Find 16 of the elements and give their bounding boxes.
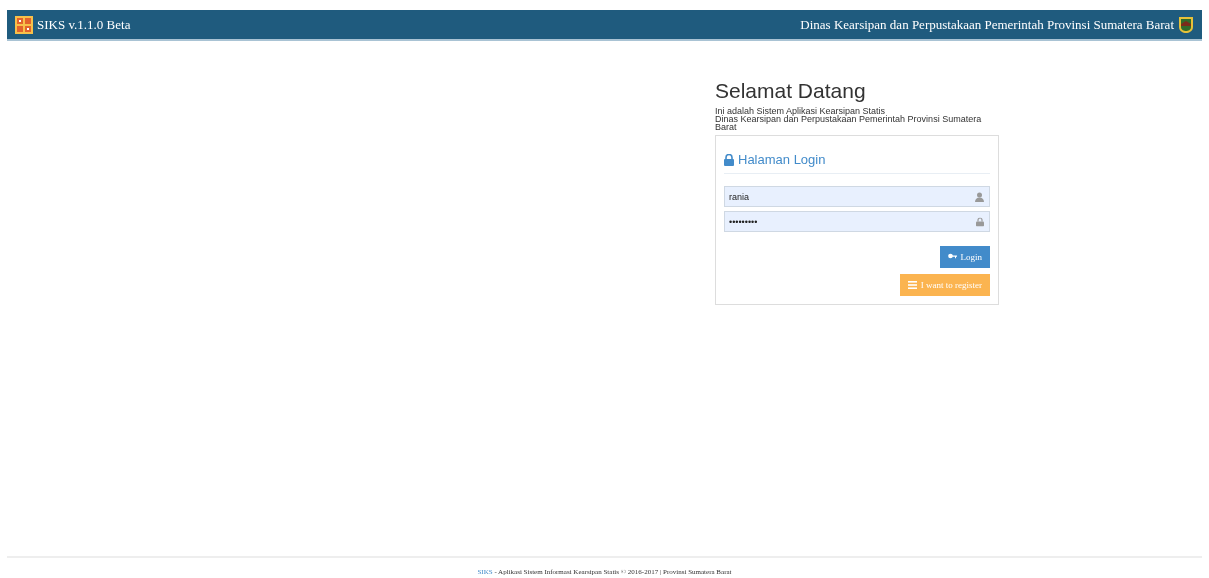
user-icon (975, 191, 984, 202)
agency-name: Dinas Kearsipan dan Perpustakaan Pemerintah Provinsi Sumatera Barat (800, 16, 1174, 33)
shield-emblem-icon (1178, 15, 1194, 34)
welcome-title: Selamat Datang (715, 79, 867, 103)
lock-icon (724, 153, 734, 166)
welcome-text: Ini adalah Sistem Aplikasi Kearsipan Statis (715, 107, 886, 115)
password-field[interactable]: ••••••••• (724, 211, 990, 232)
panel-heading: Halaman Login (738, 152, 826, 167)
brand-link[interactable]: SIKS v.1.1.0 Beta (15, 15, 131, 34)
login-button[interactable]: Login (939, 246, 990, 268)
grid-logo-icon (15, 15, 33, 34)
username-field[interactable]: rania (724, 186, 990, 207)
lock-icon (976, 217, 984, 226)
key-icon (947, 253, 957, 261)
menu-icon (907, 281, 917, 289)
welcome-text: Dinas Kearsipan dan Perpustakaan Pemerintah Provinsi Sumatera Barat (715, 115, 983, 131)
